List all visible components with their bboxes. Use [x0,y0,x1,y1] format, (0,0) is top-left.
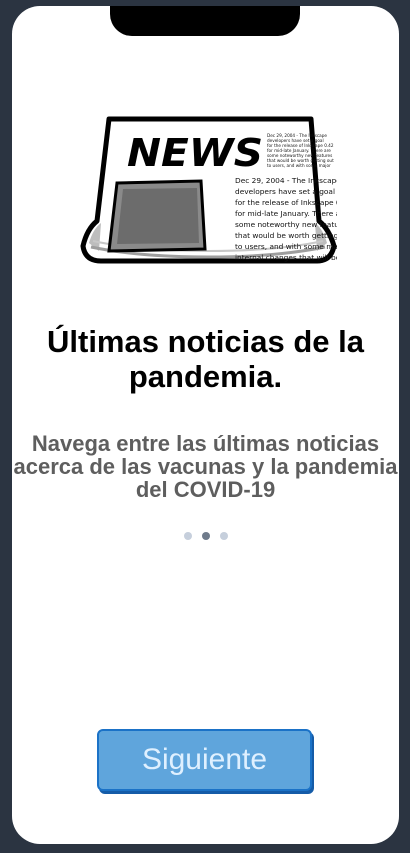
newspaper-masthead: NEWS [127,131,263,175]
article-line: to users, and with some major [235,242,337,251]
article-line: developers have set a goal [235,187,335,196]
newspaper-small-text: Dec 29, 2004 - The Inkscape developers h… [267,133,334,168]
device-frame: NEWS Dec 29, 2004 - The Inkscape develop… [0,0,410,853]
article-line: that would be worth getting out [235,231,337,240]
device-notch [110,6,300,36]
article-line: some noteworthy new features [235,220,337,229]
newspaper-small-line: to users, and with some major [267,163,331,168]
article-line: Dec 29, 2004 - The Inkscape [235,176,337,185]
article-line: internal changes that will be [235,253,337,262]
pagination-dot-3[interactable] [219,532,228,540]
page-title: Últimas noticias de la pandemia. [47,324,364,394]
page-subtitle: Navega entre las últimas noticias acerca… [13,431,398,502]
pagination-dots [12,532,399,540]
article-line: for mid-late January. There are [235,209,337,218]
pagination-dot-2[interactable] [201,532,210,540]
pagination-dot-1[interactable] [183,532,192,540]
next-button[interactable]: Siguiente [97,729,312,791]
article-line: for the release of Inkscape 0.42 [235,198,337,207]
app-screen: NEWS Dec 29, 2004 - The Inkscape develop… [12,6,399,844]
newspaper-icon: NEWS Dec 29, 2004 - The Inkscape develop… [80,116,337,264]
